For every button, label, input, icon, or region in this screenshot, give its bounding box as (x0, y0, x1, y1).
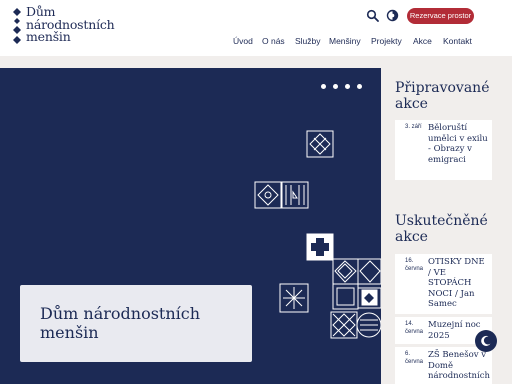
event-date: 3. září (405, 124, 422, 130)
reserve-space-button[interactable]: Rezervace prostor (407, 8, 474, 24)
event-date: 14. června (405, 321, 424, 335)
hero-title: Dům národnostních menšin (40, 304, 201, 342)
upcoming-events-title: Připravované akce (395, 80, 490, 112)
nav-item-o-nas[interactable]: O nás (262, 35, 285, 47)
slider-dot-4[interactable] (357, 84, 362, 89)
slider-dot-2[interactable] (333, 84, 338, 89)
event-title: Běloruští umělci v exilu - Obrazy v emig… (428, 123, 488, 165)
nav-item-kontakt[interactable]: Kontakt (443, 35, 472, 47)
event-card[interactable]: 16. června OTISKY DNE / VE STOPÁCH NOCI … (395, 254, 492, 314)
slider-dot-3[interactable] (345, 84, 350, 89)
nav-item-sluzby[interactable]: Služby (295, 35, 321, 47)
hero-title-card: Dům národnostních menšin (20, 285, 252, 362)
dark-mode-toggle[interactable] (475, 330, 497, 352)
logo-line-3: menšin (26, 29, 71, 44)
site-logo[interactable]: Dům národnostních menšin (12, 5, 122, 46)
hero-slider: Dům národnostních menšin (0, 68, 381, 384)
event-title: ZŠ Benešov v Domě národnostních (428, 350, 490, 381)
search-icon[interactable] (366, 9, 379, 22)
event-date: 6. června (405, 351, 424, 365)
event-card[interactable]: 3. září Běloruští umělci v exilu - Obraz… (395, 120, 492, 180)
globe-icon[interactable] (386, 9, 399, 22)
slider-dot-1[interactable] (321, 84, 326, 89)
logo-text: Dům národnostních menšin (26, 5, 115, 44)
nav-item-projekty[interactable]: Projekty (371, 35, 402, 47)
header-divider (0, 56, 512, 68)
moon-icon (481, 335, 491, 346)
site-header: Dům národnostních menšin Rezervace prost… (0, 0, 512, 56)
nav-item-mensiny[interactable]: Menšiny (329, 35, 361, 47)
event-card[interactable]: 6. června ZŠ Benešov v Domě národnostníc… (395, 347, 492, 384)
logo-mark-icon (13, 8, 21, 44)
nav-item-uvod[interactable]: Úvod (233, 35, 253, 47)
event-date: 16. června (405, 258, 424, 272)
nav-item-akce[interactable]: Akce (413, 35, 432, 47)
event-title: OTISKY DNE / VE STOPÁCH NOCI / Jan Samec (428, 257, 485, 309)
past-events-title: Uskutečněné akce (395, 213, 488, 245)
